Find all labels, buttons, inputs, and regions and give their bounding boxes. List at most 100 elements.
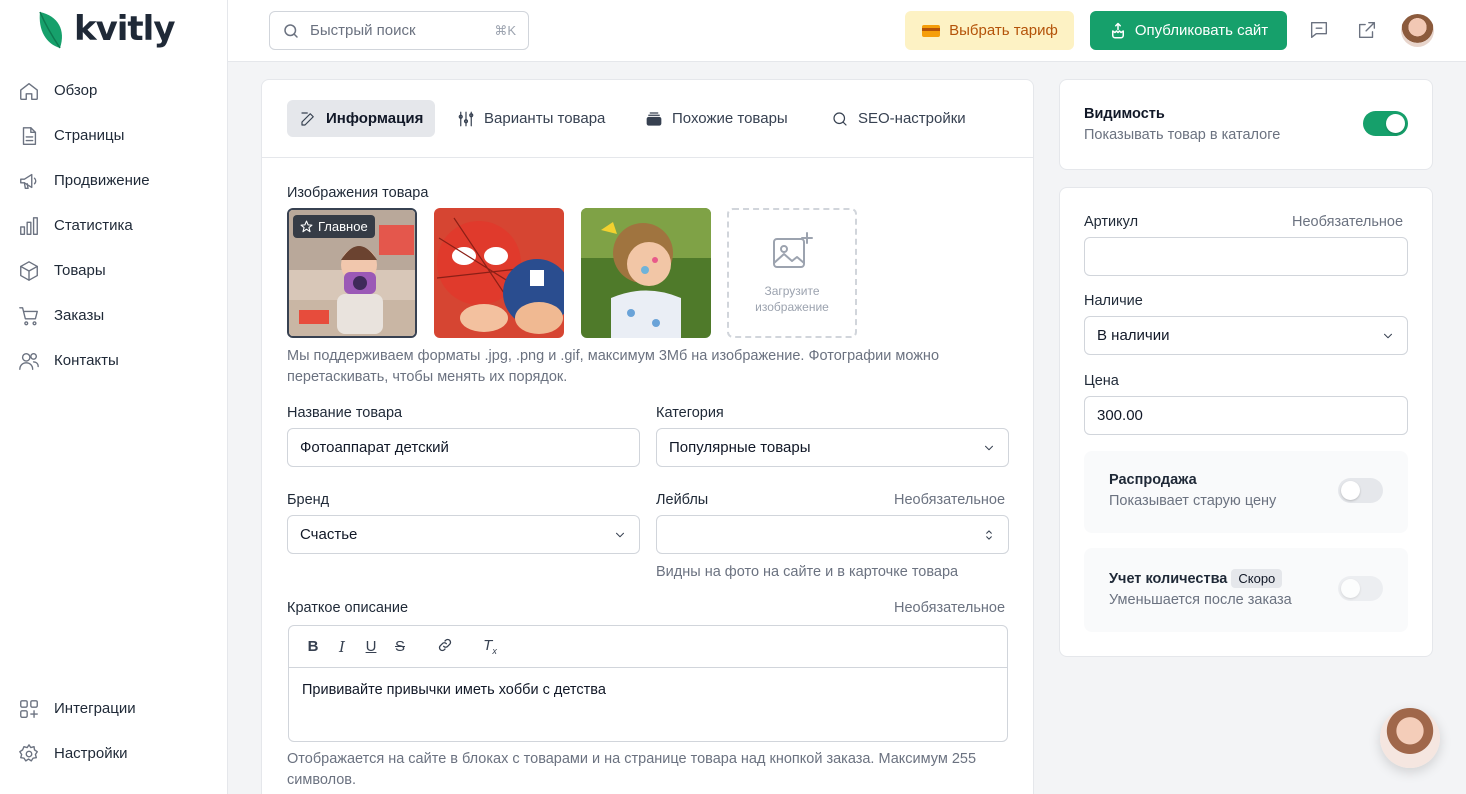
star-icon bbox=[300, 220, 313, 233]
sidebar-item-pages[interactable]: Страницы bbox=[0, 113, 228, 158]
product-name-input[interactable]: Фотоаппарат детский bbox=[287, 428, 640, 467]
clear-format-icon[interactable]: Tx bbox=[482, 637, 498, 656]
product-props-card: Артикул Необязательное Наличие В наличии… bbox=[1059, 187, 1433, 657]
user-avatar[interactable] bbox=[1401, 14, 1434, 47]
quantity-title: Учет количества Скоро bbox=[1109, 569, 1283, 588]
sidebar-item-label: Настройки bbox=[54, 745, 128, 762]
visibility-subtitle: Показывать товар в каталоге bbox=[1084, 127, 1281, 143]
sale-toggle[interactable] bbox=[1338, 478, 1383, 503]
upload-image-button[interactable]: Загрузите изображение bbox=[727, 208, 857, 338]
box-icon bbox=[20, 260, 38, 281]
product-form-card: Информация Варианты товара Похожие товар… bbox=[261, 79, 1034, 794]
chevron-down-icon bbox=[982, 441, 996, 455]
grid-plus-icon bbox=[20, 699, 38, 718]
product-photo-girl bbox=[581, 208, 711, 338]
sidebar-item-contacts[interactable]: Контакты bbox=[0, 338, 228, 383]
sidebar-item-label: Контакты bbox=[54, 352, 119, 369]
quantity-panel: Учет количества Скоро Уменьшается после з… bbox=[1084, 548, 1408, 632]
short-desc-editor[interactable]: B I U S Tx Прививайте привычки иметь хоб… bbox=[288, 625, 1008, 742]
choose-tariff-button[interactable]: Выбрать тариф bbox=[905, 11, 1074, 50]
search-icon bbox=[833, 111, 847, 126]
product-image-3[interactable] bbox=[581, 208, 711, 338]
sidebar-item-promotion[interactable]: Продвижение bbox=[0, 158, 228, 203]
main-image-badge: Главное bbox=[293, 215, 375, 238]
search-input[interactable]: Быстрый поиск ⌘K bbox=[269, 11, 529, 50]
chat-icon[interactable] bbox=[1308, 19, 1330, 41]
sidebar-item-orders[interactable]: Заказы bbox=[0, 293, 228, 338]
search-placeholder: Быстрый поиск bbox=[310, 22, 416, 39]
tab-label: Информация bbox=[326, 110, 424, 127]
labels-label: Лейблы bbox=[656, 492, 709, 508]
chevron-updown-icon bbox=[982, 528, 996, 542]
logo-text: kvitly bbox=[74, 9, 175, 49]
sale-title: Распродажа bbox=[1109, 472, 1197, 488]
leaf-logo-icon bbox=[39, 11, 62, 49]
visibility-toggle[interactable] bbox=[1363, 111, 1408, 136]
short-desc-hint: Отображается на сайте в блоках с товарам… bbox=[287, 751, 977, 788]
sidebar-item-overview[interactable]: Обзор bbox=[0, 68, 228, 113]
tab-variants[interactable]: Варианты товара bbox=[445, 100, 617, 137]
short-desc-text[interactable]: Прививайте привычки иметь хобби с детств… bbox=[289, 668, 1007, 712]
sidebar-item-label: Товары bbox=[54, 262, 106, 279]
bar-chart-icon bbox=[20, 216, 38, 235]
brand-label: Бренд bbox=[287, 492, 330, 508]
underline-icon[interactable]: U bbox=[363, 638, 379, 655]
strikethrough-icon[interactable]: S bbox=[392, 638, 408, 655]
quantity-toggle[interactable] bbox=[1338, 576, 1383, 601]
product-image-2[interactable] bbox=[434, 208, 564, 338]
sidebar-nav: Обзор Страницы Продвижение Статистика То… bbox=[0, 68, 228, 383]
product-name-value: Фотоаппарат детский bbox=[300, 439, 449, 456]
category-value: Популярные товары bbox=[669, 439, 811, 456]
sku-optional: Необязательное bbox=[1292, 214, 1404, 230]
link-icon[interactable] bbox=[437, 637, 453, 657]
quantity-subtitle: Уменьшается после заказа bbox=[1109, 592, 1292, 608]
labels-select[interactable] bbox=[656, 515, 1009, 554]
sidebar-item-label: Страницы bbox=[54, 127, 125, 144]
search-shortcut: ⌘K bbox=[494, 22, 516, 38]
short-desc-optional: Необязательное bbox=[894, 600, 1006, 616]
tab-seo[interactable]: SEO-настройки bbox=[819, 100, 978, 137]
bold-icon[interactable]: B bbox=[305, 638, 321, 655]
visibility-title: Видимость bbox=[1084, 106, 1165, 122]
megaphone-icon bbox=[20, 173, 37, 189]
users-icon bbox=[19, 352, 39, 370]
brand-select[interactable]: Счастье bbox=[287, 515, 640, 554]
brand-value: Счастье bbox=[300, 526, 358, 543]
logo[interactable]: kvitly bbox=[36, 8, 175, 50]
price-input[interactable]: 300.00 bbox=[1084, 396, 1408, 435]
sku-input[interactable] bbox=[1084, 237, 1408, 276]
hand-upload-icon bbox=[1111, 22, 1124, 38]
sidebar-bottom-nav: Интеграции Настройки bbox=[0, 686, 228, 776]
quantity-title-text: Учет количества bbox=[1109, 571, 1228, 587]
sidebar-item-label: Статистика bbox=[54, 217, 133, 234]
images-label: Изображения товара bbox=[287, 185, 429, 201]
sidebar-item-label: Интеграции bbox=[54, 700, 136, 717]
publish-site-button[interactable]: Опубликовать сайт bbox=[1090, 11, 1287, 50]
italic-icon[interactable]: I bbox=[334, 638, 350, 656]
stack-icon bbox=[646, 111, 662, 126]
images-hint: Мы поддерживаем форматы .jpg, .png и .gi… bbox=[287, 348, 940, 385]
tab-label: Варианты товара bbox=[484, 110, 606, 127]
tab-label: SEO-настройки bbox=[858, 110, 966, 127]
support-chat-avatar[interactable] bbox=[1380, 708, 1440, 768]
stock-value: В наличии bbox=[1097, 327, 1170, 344]
external-link-icon[interactable] bbox=[1356, 19, 1378, 41]
sidebar-item-integrations[interactable]: Интеграции bbox=[0, 686, 228, 731]
tab-information[interactable]: Информация bbox=[287, 100, 436, 137]
sidebar-item-label: Продвижение bbox=[54, 172, 150, 189]
sidebar-item-settings[interactable]: Настройки bbox=[0, 731, 228, 776]
product-photo-superheroes bbox=[434, 208, 564, 338]
labels-hint: Видны на фото на сайте и в карточке това… bbox=[656, 564, 959, 580]
image-add-icon bbox=[773, 232, 813, 268]
price-value: 300.00 bbox=[1097, 407, 1143, 424]
product-image-main[interactable]: Главное bbox=[287, 208, 417, 338]
sidebar-item-statistics[interactable]: Статистика bbox=[0, 203, 228, 248]
chevron-down-icon bbox=[613, 528, 627, 542]
category-select[interactable]: Популярные товары bbox=[656, 428, 1009, 467]
tab-similar[interactable]: Похожие товары bbox=[633, 100, 800, 137]
search-icon bbox=[284, 23, 298, 38]
stock-select[interactable]: В наличии bbox=[1084, 316, 1408, 355]
sidebar-item-products[interactable]: Товары bbox=[0, 248, 228, 293]
short-desc-label: Краткое описание bbox=[287, 600, 409, 616]
tab-label: Похожие товары bbox=[672, 110, 788, 127]
